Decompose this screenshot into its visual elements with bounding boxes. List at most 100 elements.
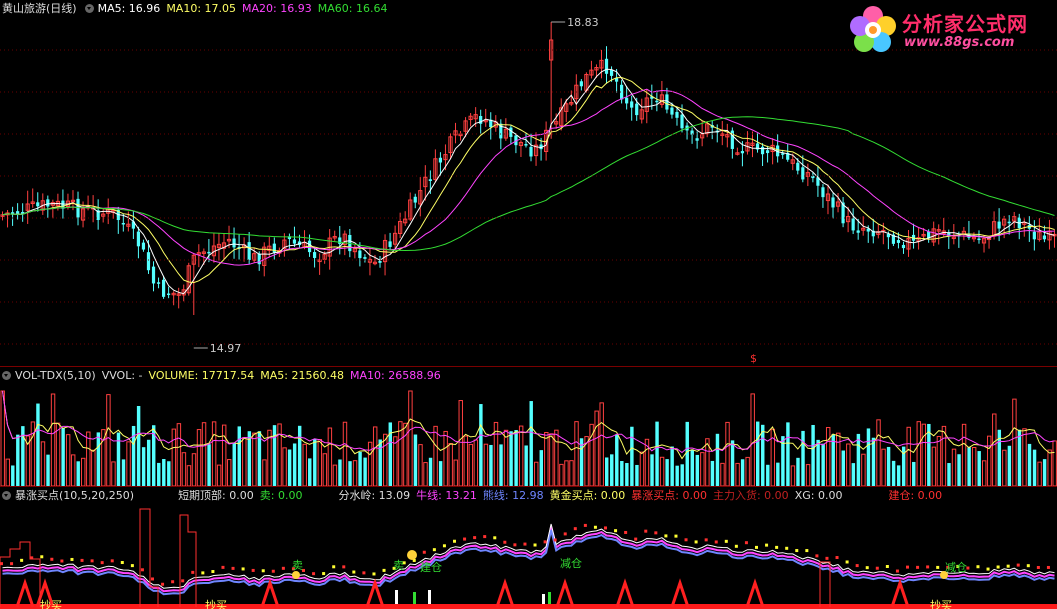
signal-dot	[271, 569, 275, 573]
signal-dot	[422, 550, 426, 554]
volume-bar	[196, 429, 202, 486]
volume-bar	[801, 430, 805, 486]
indicator-label-2: 卖: 0.00	[259, 489, 303, 502]
volume-bar	[0, 390, 5, 486]
volume-bar	[936, 435, 942, 486]
candle-body	[121, 222, 125, 225]
indicator-label-5: 熊线: 12.98	[482, 489, 544, 502]
candle-body	[76, 198, 80, 218]
volume-bar	[207, 444, 211, 486]
candle-body	[428, 179, 432, 181]
buy-spike	[495, 578, 515, 608]
volume-bar	[715, 433, 720, 486]
volume-bar	[126, 441, 131, 486]
stock-name: 黄山旅游(日线)	[2, 2, 77, 15]
dropdown-icon[interactable]	[84, 4, 94, 13]
signal-dot	[221, 565, 225, 569]
volume-bar	[211, 421, 217, 486]
ma-label-2: MA20: 16.93	[242, 2, 312, 15]
price-chart-panel[interactable]: 黄山旅游(日线) MA5: 16.96 MA10: 17.05 MA20: 16.93…	[0, 0, 1057, 366]
signal-dot	[130, 564, 134, 568]
volume-bars[interactable]	[0, 367, 1057, 486]
volume-bar	[544, 432, 549, 486]
volume-bar	[181, 452, 187, 486]
dropdown-icon[interactable]	[2, 491, 11, 500]
volume-bar	[136, 406, 141, 486]
volume-bar	[262, 459, 267, 486]
volume-bar	[322, 453, 328, 486]
volume-bar	[912, 461, 916, 486]
volume-bar	[338, 459, 342, 486]
candle-body	[609, 69, 614, 76]
volume-bar	[987, 435, 992, 486]
vol-label-1: VVOL: -	[101, 369, 143, 382]
volume-bar	[11, 465, 15, 486]
volume-bar	[499, 444, 503, 486]
volume-bar	[1007, 445, 1012, 486]
signal-dot	[845, 560, 849, 564]
volume-bar	[786, 422, 790, 486]
volume-bar	[332, 464, 338, 486]
volume-bar	[358, 451, 362, 486]
signal-dot	[795, 549, 799, 553]
volume-bar	[720, 462, 725, 486]
buy-spike	[15, 578, 35, 608]
baseline-bar	[0, 604, 1057, 609]
candle-body	[851, 218, 855, 231]
volume-bar	[695, 454, 700, 486]
volume-bar	[146, 439, 151, 486]
signal-dot	[483, 535, 487, 539]
volume-bar	[252, 432, 257, 486]
volume-panel[interactable]: VOL-TDX(5,10) VVOL: - VOLUME: 17717.54 MA5:…	[0, 367, 1057, 486]
signal-bar	[548, 592, 551, 604]
signal-dot	[231, 566, 235, 570]
volume-bar	[1037, 461, 1042, 486]
volume-bar	[725, 421, 730, 486]
signal-dot	[181, 579, 185, 583]
dropdown-icon[interactable]	[2, 371, 11, 380]
volume-bar	[443, 430, 448, 486]
signal-dot	[1016, 563, 1020, 567]
marker-label-7: 抄买	[930, 598, 952, 609]
signal-dot	[463, 537, 467, 541]
candle-body	[161, 279, 166, 297]
signal-dot	[704, 538, 708, 542]
volume-bar	[302, 443, 307, 486]
signal-bar	[395, 590, 398, 604]
volume-bar	[433, 425, 438, 486]
indicator-panel[interactable]: 暴涨买点(10,5,20,250) 短期顶部: 0.00 卖: 0.00 分水岭: 1…	[0, 487, 1057, 609]
coin-icon	[292, 571, 300, 579]
candle-body	[338, 237, 342, 244]
volume-bar	[287, 449, 292, 486]
buy-spike	[745, 578, 765, 608]
volume-bar	[237, 426, 241, 486]
signal-dot	[654, 531, 658, 535]
volume-bar	[599, 402, 604, 486]
volume-bar	[861, 453, 866, 486]
indicator-legend: 暴涨买点(10,5,20,250) 短期顶部: 0.00 卖: 0.00 分水岭: 1…	[15, 489, 948, 502]
volume-bar	[876, 419, 881, 486]
vol-label-2: VOLUME: 17717.54	[148, 369, 255, 382]
volume-bar	[308, 458, 312, 486]
signal-dot	[926, 565, 930, 569]
volume-bar	[891, 460, 896, 486]
indicator-label-10: 建仓: 0.00	[888, 489, 943, 502]
coin-icon	[407, 550, 417, 560]
volume-bar	[675, 465, 679, 486]
signal-dot	[775, 545, 779, 549]
volume-bar	[216, 464, 222, 486]
volume-bar	[836, 432, 841, 486]
volume-bar	[524, 445, 528, 486]
volume-bar	[408, 390, 413, 486]
volume-bar	[921, 423, 927, 486]
signal-dot	[664, 534, 668, 538]
indicator-chart[interactable]: 卖 卖 建仓 减仓 减仓抄买 抄买 抄买	[0, 487, 1057, 609]
candle-body	[136, 231, 141, 247]
candle-body	[896, 240, 901, 243]
ma20-line	[2, 88, 1055, 266]
volume-bar	[549, 433, 554, 486]
signal-dot	[191, 570, 195, 574]
volume-bar	[176, 423, 182, 486]
volume-bar	[292, 443, 297, 486]
signal-dot	[10, 562, 14, 566]
